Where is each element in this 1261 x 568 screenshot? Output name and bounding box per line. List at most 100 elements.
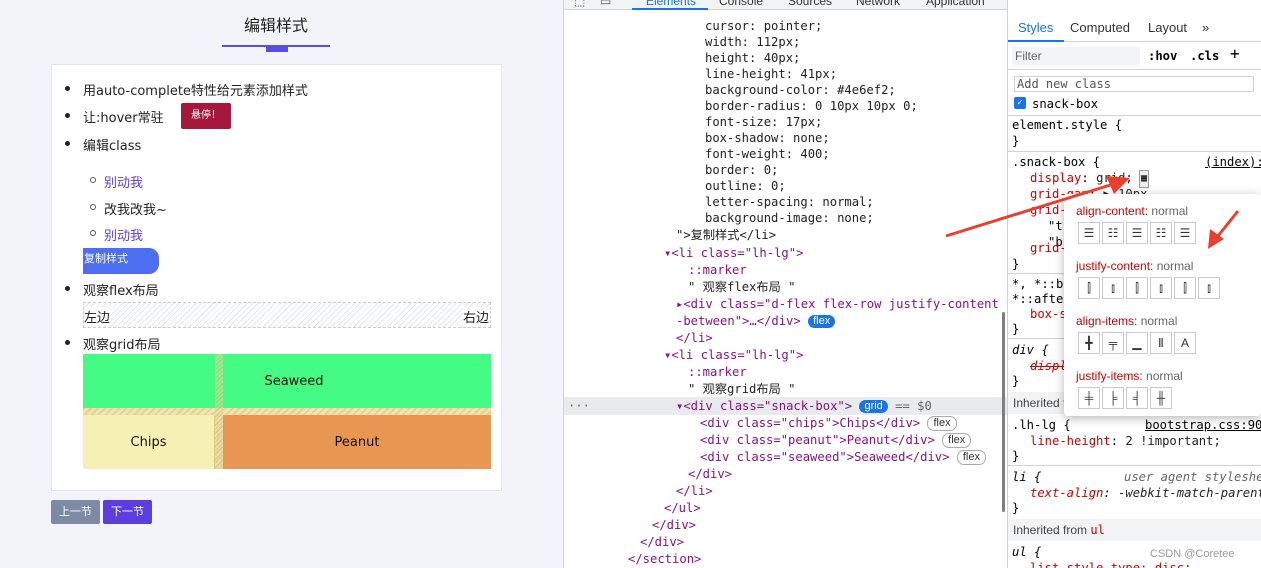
justify-items-start-icon[interactable]: ╞ — [1102, 387, 1124, 409]
flex-badge[interactable]: flex — [942, 433, 972, 448]
align-content-stretch-icon[interactable]: ☰ — [1174, 222, 1196, 244]
dom-node-close[interactable]: </section> — [628, 551, 701, 567]
add-rule-icon[interactable]: + — [1230, 46, 1240, 62]
text-node[interactable]: " 观察grid布局 " — [688, 381, 795, 397]
justify-content-center-icon[interactable]: ⫿ — [1078, 277, 1100, 299]
rule-close: } — [1012, 257, 1020, 271]
align-items-center-icon[interactable]: ╋ — [1078, 332, 1100, 354]
panel-splitter[interactable] — [1002, 312, 1005, 512]
justify-content-end-icon[interactable]: ⫿ — [1126, 277, 1148, 299]
justify-content-space-around-icon[interactable]: ⫿ — [1174, 277, 1196, 299]
dom-node-close[interactable]: </div> — [640, 534, 684, 550]
justify-items-end-icon[interactable]: ╡ — [1126, 387, 1148, 409]
text-align-declaration[interactable]: text-align: -webkit-match-parent — [1030, 485, 1261, 501]
next-section-button[interactable]: 下一节 — [103, 500, 152, 524]
list-bullet — [65, 113, 70, 118]
sublist-bullet — [90, 177, 96, 183]
copy-style-button[interactable]: 复制样式 — [83, 248, 159, 274]
line-height-declaration[interactable]: line-height: 2 !important; — [1030, 433, 1221, 449]
justify-content-space-between-icon[interactable]: ⫾ — [1150, 277, 1172, 299]
tab-computed[interactable]: Computed — [1070, 20, 1130, 35]
tab-network[interactable]: Network — [856, 0, 900, 8]
prev-section-button[interactable]: 上一节 — [51, 500, 100, 524]
dom-node-li[interactable]: ▾<li class="lh-lg"> — [664, 347, 803, 363]
text-node[interactable]: " 观察flex布局 " — [688, 279, 795, 295]
justify-items-center-icon[interactable]: ╪ — [1078, 387, 1100, 409]
dom-node-li[interactable]: ▾<li class="lh-lg"> — [664, 245, 803, 261]
dom-node-snack-box[interactable]: ▾<div class="snack-box"> grid == $0 — [676, 398, 932, 414]
page-preview: 编辑样式 用auto-complete特性给元素添加样式 让:hover常驻 悬… — [0, 0, 563, 568]
justify-items-options: ╪ ╞ ╡ ╫ — [1078, 387, 1172, 409]
sub-list-item[interactable]: 别动我 — [104, 225, 143, 244]
sub-list-item[interactable]: 别动我 — [104, 172, 143, 191]
hover-button[interactable]: 悬停！ — [181, 103, 231, 129]
dom-node-close[interactable]: </div> — [652, 517, 696, 533]
dom-node-close[interactable]: </ul> — [664, 500, 701, 516]
rule-close: } — [1012, 134, 1020, 148]
flex-badge[interactable]: flex — [927, 416, 957, 431]
justify-content-options: ⫿ ⫾ ⫿ ⫾ ⫿ ⫾ — [1078, 277, 1220, 299]
cls-toggle[interactable]: .cls — [1190, 48, 1219, 64]
marker-node[interactable]: ::marker — [688, 364, 747, 380]
element-style-rule: element.style { — [1012, 118, 1123, 132]
flex-badge[interactable]: flex — [808, 315, 836, 328]
styles-filter-input[interactable]: Filter — [1012, 47, 1140, 65]
bootstrap-source-link[interactable]: bootstrap.css:90 — [1145, 417, 1261, 433]
hov-toggle[interactable]: :hov — [1148, 48, 1177, 64]
justify-content-label: justify-content: normal — [1076, 259, 1194, 273]
dom-node-close[interactable]: </li> — [676, 483, 713, 499]
ua-stylesheet-label: user agent styleshe — [1124, 470, 1261, 484]
list-style-declaration[interactable]: list-style-type: disc; — [1030, 560, 1191, 568]
align-items-end-icon[interactable]: ▁ — [1126, 332, 1148, 354]
devtools-tabbar: ⬚ ▭ Elements Console Sources Network App… — [564, 0, 1007, 10]
device-toolbar-icon[interactable]: ▭ — [600, 0, 611, 8]
dom-node-peanut[interactable]: <div class="peanut">Peanut</div> flex — [700, 432, 972, 448]
seaweed-cell: Seaweed — [83, 354, 491, 408]
tab-elements[interactable]: Elements — [646, 0, 696, 8]
justify-content-space-evenly-icon[interactable]: ⫾ — [1198, 277, 1220, 299]
node-menu-ellipsis[interactable]: ··· — [568, 398, 590, 414]
universal-selector: *::after — [1012, 292, 1071, 306]
peanut-cell: Peanut — [223, 415, 491, 469]
annotation-arrow — [1208, 210, 1240, 249]
list-item: 观察flex布局 — [83, 284, 159, 299]
tab-sources[interactable]: Sources — [788, 0, 832, 8]
justify-items-stretch-icon[interactable]: ╫ — [1150, 387, 1172, 409]
rule-source-link[interactable]: (index): — [1205, 154, 1261, 170]
dom-node[interactable]: ">复制样式</li> — [676, 227, 776, 243]
add-class-input[interactable]: Add new class — [1014, 76, 1254, 92]
tab-more[interactable]: » — [1202, 20, 1209, 35]
dom-node-close[interactable]: </li> — [676, 330, 713, 346]
align-content-space-between-icon[interactable]: ☷ — [1150, 222, 1172, 244]
tab-console[interactable]: Console — [719, 0, 763, 8]
flex-left-label: 左边 — [84, 307, 111, 326]
tab-styles[interactable]: Styles — [1018, 20, 1053, 35]
css-line: box-shadow: none; — [705, 131, 830, 145]
sub-list-item[interactable]: 改我改我~ — [104, 199, 167, 218]
marker-node[interactable]: ::marker — [688, 262, 747, 278]
inspect-icon[interactable]: ⬚ — [574, 0, 585, 8]
dom-node-flex-div-cont[interactable]: -between">…</div> flex — [676, 313, 836, 329]
dom-node-seaweed[interactable]: <div class="seaweed">Seaweed</div> flex — [700, 449, 986, 465]
divider — [1008, 465, 1261, 466]
grid-badge[interactable]: grid — [859, 400, 888, 413]
dom-node-close[interactable]: </div> — [688, 466, 732, 482]
li-rule: li { — [1012, 470, 1042, 484]
sublist-bullet — [90, 204, 96, 210]
divider — [1008, 151, 1261, 152]
align-items-baseline-icon[interactable]: A — [1174, 332, 1196, 354]
dom-node-flex-div[interactable]: ▸<div class="d-flex flex-row justify-con… — [676, 296, 999, 312]
list-bullet — [65, 141, 70, 146]
box-sizing-declaration[interactable]: box-s — [1030, 306, 1067, 322]
align-items-stretch-icon[interactable]: Ⅱ — [1150, 332, 1172, 354]
dom-node-chips[interactable]: <div class="chips">Chips</div> flex — [700, 415, 957, 431]
display-overridden[interactable]: displ — [1030, 358, 1067, 374]
tab-application[interactable]: Application — [926, 0, 985, 8]
justify-content-start-icon[interactable]: ⫾ — [1102, 277, 1124, 299]
class-checkbox[interactable]: ✓ — [1014, 97, 1026, 109]
tab-layout[interactable]: Layout — [1148, 20, 1187, 35]
css-line: outline: 0; — [705, 179, 786, 193]
flex-badge[interactable]: flex — [956, 450, 986, 465]
flex-right-label: 右边 — [462, 307, 489, 326]
align-items-start-icon[interactable]: ╤ — [1102, 332, 1124, 354]
